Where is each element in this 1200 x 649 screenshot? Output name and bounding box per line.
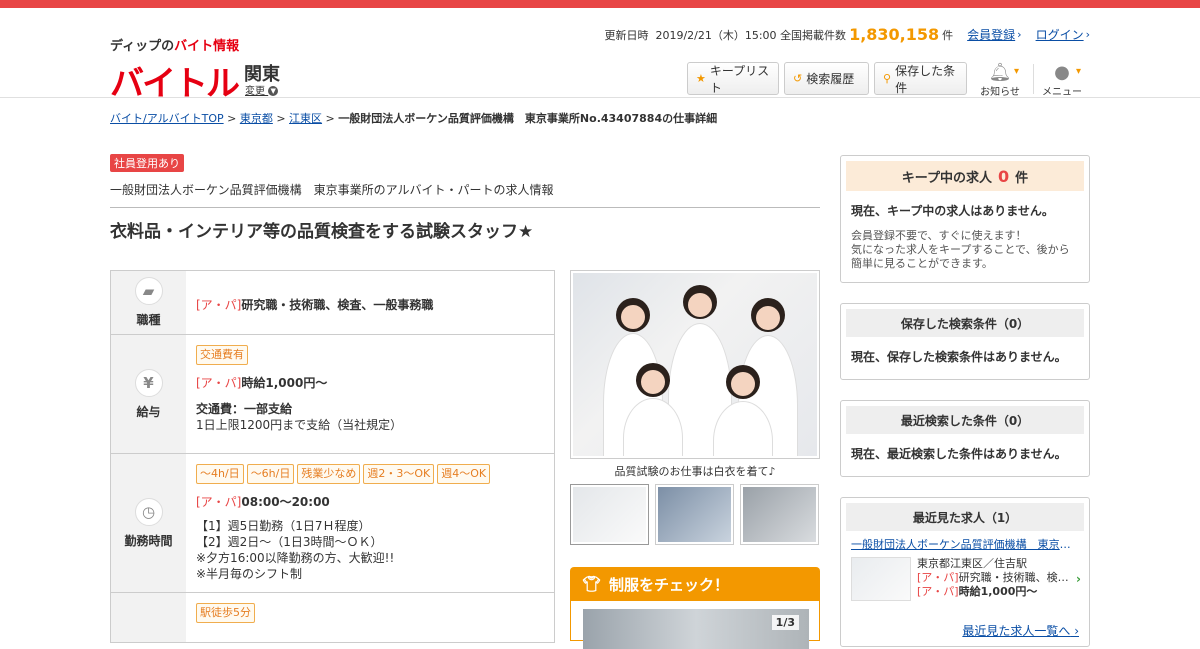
company-line: 一般財団法人ボーケン品質評価機構 東京事業所のアルバイト・パートの求人情報 <box>110 183 554 197</box>
recent-search-empty: 現在、最近検索した条件はありません。 <box>851 447 1067 461</box>
saved-conditions-button[interactable]: ⚲ 保存した条件 <box>874 62 967 95</box>
listing-count: 1,830,158 <box>849 25 940 44</box>
site-logo[interactable]: バイトル <box>110 56 240 105</box>
uniform-pager: 1/3 <box>771 615 799 630</box>
transport-detail: 1日上限1200円まで支給（当社規定） <box>196 418 403 432</box>
register-link[interactable]: 会員登録 <box>967 26 1015 43</box>
recent-job-link[interactable]: 一般財団法人ボーケン品質評価機構 東京事業所 <box>841 536 1089 552</box>
recent-search-box: 最近検索した条件（0） 現在、最近検索した条件はありません。 <box>840 400 1090 477</box>
chevron-right-icon: › <box>1076 572 1081 586</box>
job-info-table: ▰ 職種 [ア・パ] 研究職・技術職、検査、一般事務職 ¥ 給与 交通費有 [ア・パ]… <box>110 270 555 643</box>
top-accent-bar <box>0 0 1200 8</box>
job-title: 衣料品・インテリア等の品質検査をする試験スタッフ★ <box>110 222 534 242</box>
hours-row: ◷ 勤務時間 ～4h/日 ～6h/日 残業少なめ 週2・3〜OK 週4〜OK [ア… <box>111 454 554 593</box>
notice-button[interactable]: 🔔︎ ▾ お知らせ <box>975 63 1025 99</box>
hours-line: ※夕方16:00以降勤務の方、大歓迎!! <box>196 551 395 565</box>
recent-view-title: 最近見た求人（1） <box>846 503 1084 531</box>
recent-job-wage: 時給1,000円～ <box>958 585 1038 598</box>
hours-line: 【2】週2日～（1日3時間～ＯＫ） <box>196 535 383 549</box>
region-change-link[interactable]: 変更 ▼ <box>245 82 279 97</box>
divider <box>1033 64 1034 94</box>
keep-box: キープ中の求人 0 件 現在、キープ中の求人はありません。 会員登録不要で、すぐに使… <box>840 155 1090 283</box>
chevron-right-icon: › <box>1017 28 1022 41</box>
breadcrumb-current: 一般財団法人ボーケン品質評価機構 東京事業所No.43407884の仕事詳細 <box>338 112 718 125</box>
photo-thumbnails <box>570 484 819 545</box>
menu-button[interactable]: ● ▾ メニュー <box>1037 63 1087 99</box>
salary-label: 給与 <box>136 404 161 419</box>
divider <box>110 207 820 208</box>
chevron-down-icon: ▼ <box>268 86 279 96</box>
tag-hours: ～6h/日 <box>246 464 295 484</box>
updated-value: 2019/2/21（木）15:00 <box>655 28 777 42</box>
occupation-row: ▰ 職種 [ア・パ] 研究職・技術職、検査、一般事務職 <box>111 271 554 335</box>
search-icon: ⚲ <box>883 72 892 85</box>
history-icon: ↺ <box>793 72 803 85</box>
recent-job-place: 東京都江東区／住吉駅 <box>917 557 1027 570</box>
saved-title: 保存した検索条件（0） <box>846 309 1084 337</box>
access-row: 駅徒歩5分 <box>111 593 554 643</box>
tag-hours: ～4h/日 <box>196 464 244 484</box>
keep-empty: 現在、キープ中の求人はありません。 <box>851 204 1054 218</box>
thumbnail[interactable] <box>740 484 819 545</box>
saved-empty: 現在、保存した検索条件はありません。 <box>851 350 1067 364</box>
chevron-right-icon: › <box>1085 28 1090 41</box>
ap-mark: [ア・パ] <box>196 297 242 312</box>
uniform-gallery: 1/3 <box>570 601 820 649</box>
recent-job-occupation: 研究職・技術職、検… <box>958 571 1069 584</box>
recent-view-all-link[interactable]: 最近見た求人一覧へ › <box>962 622 1079 639</box>
keep-list-button[interactable]: ★ キープリスト <box>687 62 779 95</box>
salary-value: 時給1,000円～ <box>241 376 328 390</box>
tag-transport: 交通費有 <box>196 345 248 365</box>
updated-label: 更新日時 <box>604 28 649 42</box>
hours-label: 勤務時間 <box>124 533 173 548</box>
breadcrumb-top[interactable]: バイト/アルバイトTOP <box>110 112 224 125</box>
tag-days: 週2・3〜OK <box>363 464 435 484</box>
tag-days: 週4〜OK <box>437 464 491 484</box>
yen-icon: ¥ <box>134 368 163 397</box>
clock-icon: ◷ <box>134 497 163 526</box>
hours-line: 【1】週5日勤務（1日7Ｈ程度） <box>196 519 371 533</box>
breadcrumb-pref[interactable]: 東京都 <box>240 112 273 125</box>
star-icon: ★ <box>696 72 706 85</box>
occupation-label: 職種 <box>136 313 161 327</box>
logo-subtitle: ディップのバイト情報 <box>110 39 240 54</box>
recent-search-title: 最近検索した条件（0） <box>846 406 1084 434</box>
tag-overtime: 残業少なめ <box>297 464 361 484</box>
shirt-icon: 👕︎ <box>582 575 602 593</box>
occupation-value: 研究職・技術職、検査、一般事務職 <box>241 297 434 312</box>
employee-promotion-badge: 社員登用あり <box>110 154 184 172</box>
site-header: ディップのバイト情報 バイトル 関東 変更 ▼ 更新日時 2019/2/21（木… <box>0 8 1200 104</box>
header-info: 更新日時 2019/2/21（木）15:00 全国掲載件数 1,830,158 … <box>604 25 1090 44</box>
hours-line: ※半月毎のシフト制 <box>196 567 303 581</box>
keep-count: 0 <box>998 166 1010 186</box>
main-photo[interactable] <box>570 270 820 459</box>
count-label: 全国掲載件数 <box>780 28 847 42</box>
tag-access: 駅徒歩5分 <box>196 603 255 623</box>
recent-job-thumbnail <box>851 557 911 601</box>
photo-caption: 品質試験のお仕事は白衣を着て♪ <box>614 465 776 478</box>
recent-job-item[interactable]: 東京都江東区／住吉駅 [ア・パ]研究職・技術職、検… [ア・パ]時給1,000円… <box>841 552 1089 606</box>
recent-view-box: 最近見た求人（1） 一般財団法人ボーケン品質評価機構 東京事業所 東京都江東区／… <box>840 497 1090 647</box>
briefcase-icon: ▰ <box>134 277 163 305</box>
saved-conditions-box: 保存した検索条件（0） 現在、保存した検索条件はありません。 <box>840 303 1090 380</box>
chevron-down-icon: ▾ <box>1013 66 1019 77</box>
breadcrumb-ward[interactable]: 江東区 <box>289 112 322 125</box>
count-unit: 件 <box>942 28 954 42</box>
search-history-button[interactable]: ↺ 検索履歴 <box>784 62 869 95</box>
thumbnail[interactable] <box>570 484 649 545</box>
transport-title: 交通費：一部支給 <box>196 402 293 416</box>
chevron-down-icon: ▾ <box>1075 66 1081 77</box>
hours-value: 08:00～20:00 <box>241 495 330 509</box>
keep-desc: 会員登録不要で、すぐに使えます！ 気になった求人をキープすることで、後から 簡単に見… <box>851 229 1070 270</box>
breadcrumb: バイト/アルバイトTOP > 東京都 > 江東区 > 一般財団法人ボーケン品質評… <box>110 112 718 125</box>
keep-title: キープ中の求人 <box>901 170 993 186</box>
uniform-check-header: 👕︎ 制服をチェック！ <box>570 567 820 601</box>
salary-row: ¥ 給与 交通費有 [ア・パ]時給1,000円～ 交通費：一部支給 1日上限120… <box>111 335 554 454</box>
thumbnail[interactable] <box>655 484 734 545</box>
login-link[interactable]: ログイン <box>1036 26 1084 43</box>
